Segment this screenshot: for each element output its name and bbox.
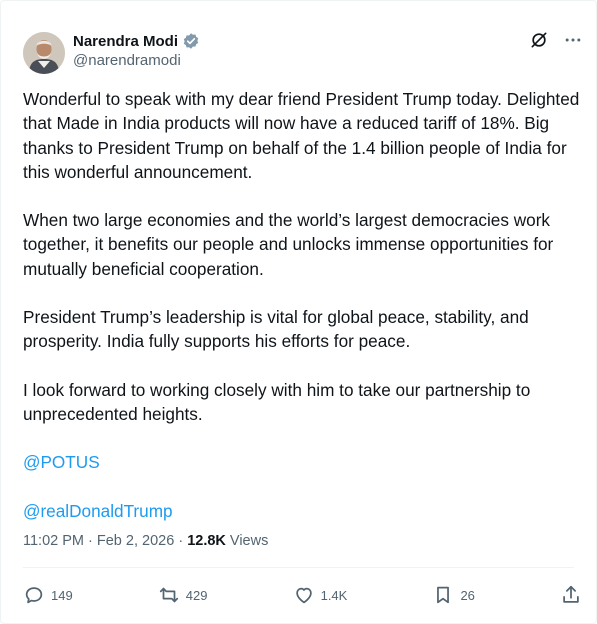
tweet-time[interactable]: 11:02 PM bbox=[23, 533, 84, 549]
share-icon bbox=[563, 585, 579, 603]
bookmark-count: 26 bbox=[460, 587, 475, 603]
reply-icon bbox=[25, 587, 43, 604]
bookmark-icon bbox=[437, 586, 450, 604]
tweet-card: Narendra Modi @narendramodi Wonderful to… bbox=[0, 0, 597, 624]
repost-icon bbox=[159, 587, 178, 603]
tweet-top-actions bbox=[528, 29, 584, 51]
mention-potus-link[interactable]: @POTUS bbox=[23, 452, 100, 472]
avatar[interactable] bbox=[23, 32, 65, 74]
tweet-paragraph: President Trump’s leadership is vital fo… bbox=[23, 307, 529, 352]
tweet-date[interactable]: Feb 2, 2026 bbox=[97, 533, 174, 549]
share-button[interactable] bbox=[560, 584, 582, 606]
author-name-row: Narendra Modi bbox=[73, 32, 200, 50]
divider bbox=[23, 567, 574, 568]
heart-icon bbox=[295, 587, 312, 604]
like-button[interactable]: 1.4K bbox=[293, 584, 348, 606]
bookmark-button[interactable]: 26 bbox=[432, 584, 475, 606]
views-label: Views bbox=[225, 533, 269, 549]
verified-badge-icon bbox=[182, 32, 200, 50]
tweet-action-bar: 149 429 1.4K 26 bbox=[23, 581, 582, 609]
more-icon[interactable] bbox=[562, 29, 584, 51]
like-count: 1.4K bbox=[320, 587, 348, 603]
views-count: 12.8K bbox=[187, 533, 226, 549]
tweet-metadata: 11:02 PM · Feb 2, 2026 · 12.8K Views bbox=[23, 533, 268, 549]
tweet-text: Wonderful to speak with my dear friend P… bbox=[23, 87, 585, 547]
mention-realdonaldtrump-link[interactable]: @realDonaldTrump bbox=[23, 501, 173, 521]
author-name[interactable]: Narendra Modi bbox=[73, 33, 178, 50]
grok-icon[interactable] bbox=[528, 29, 550, 51]
repost-count: 429 bbox=[185, 587, 208, 603]
reply-button[interactable]: 149 bbox=[23, 584, 73, 606]
tweet-paragraph: I look forward to working closely with h… bbox=[23, 379, 531, 424]
meta-separator: · bbox=[174, 533, 188, 549]
author-handle[interactable]: @narendramodi bbox=[73, 52, 181, 69]
reply-count: 149 bbox=[51, 587, 73, 603]
tweet-paragraph: Wonderful to speak with my dear friend P… bbox=[23, 89, 580, 182]
tweet-paragraph: When two large economies and the world’s… bbox=[23, 210, 554, 279]
repost-button[interactable]: 429 bbox=[158, 584, 208, 606]
meta-separator: · bbox=[84, 533, 97, 549]
